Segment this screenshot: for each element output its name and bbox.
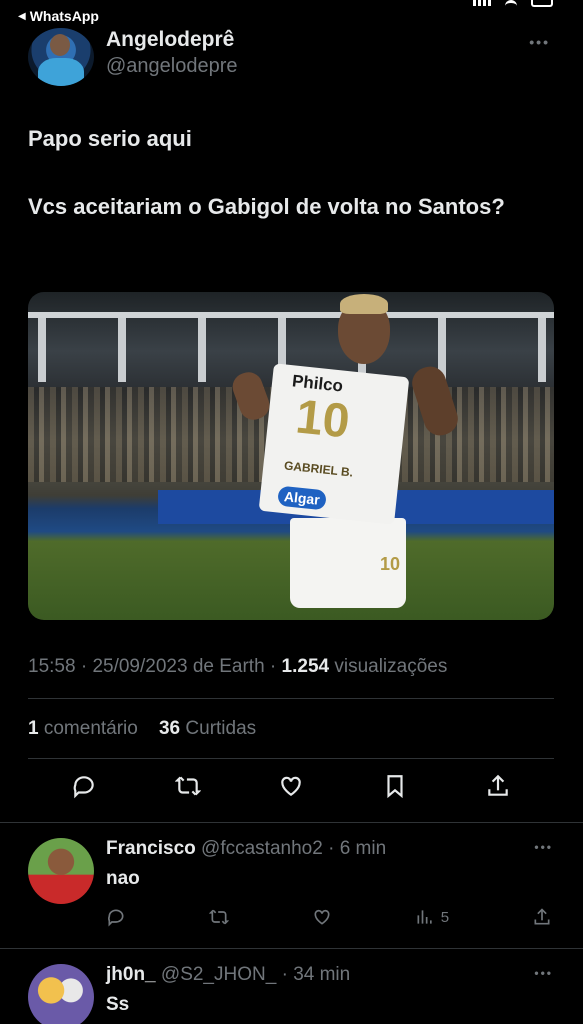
user-handle[interactable]: @angelodepre <box>106 55 238 78</box>
back-app-label: WhatsApp <box>29 8 99 24</box>
tweet-text-line: Papo serio aqui <box>28 126 192 151</box>
reply-author[interactable]: Francisco @fccastanho2 · 6 min <box>106 838 386 860</box>
tweet-stats: 1 comentário 36 Curtidas <box>28 718 256 740</box>
reply-display-name: Francisco <box>106 838 196 859</box>
tweet-time: 15:58 <box>28 656 76 677</box>
shirt-number: 10 <box>293 390 353 449</box>
tweet-meta: 15:58 · 25/09/2023 de Earth · 1.254 visu… <box>28 656 448 677</box>
like-button[interactable] <box>277 772 305 800</box>
avatar[interactable] <box>28 964 94 1024</box>
comments-count: 1 <box>28 718 39 739</box>
views-icon <box>417 910 432 924</box>
reply-icon <box>73 776 94 799</box>
signal-icon <box>473 0 491 6</box>
reply-time: 6 min <box>339 838 387 859</box>
divider <box>28 698 554 699</box>
retweet-icon <box>208 909 229 925</box>
back-to-app-button[interactable]: ◀ WhatsApp <box>18 8 99 24</box>
comments-label: comentário <box>43 718 138 739</box>
status-icons <box>473 0 553 7</box>
more-options-icon[interactable]: ••• <box>534 840 553 854</box>
retweet-button[interactable] <box>208 906 229 928</box>
likes-stat[interactable]: 36 Curtidas <box>159 718 256 739</box>
battery-icon <box>531 0 553 7</box>
reply-handle: @S2_JHON_ <box>160 964 277 985</box>
reply-text: Ss <box>106 994 130 1015</box>
reply-handle: @fccastanho2 <box>201 838 323 859</box>
divider <box>0 822 583 823</box>
avatar[interactable] <box>28 28 94 86</box>
share-button[interactable] <box>484 772 512 800</box>
tweet-source: de Earth <box>192 656 265 677</box>
likes-count: 36 <box>158 718 181 739</box>
like-button[interactable] <box>312 906 332 928</box>
divider <box>28 758 554 759</box>
reply-time: 34 min <box>293 964 351 985</box>
bookmark-icon <box>386 775 403 799</box>
share-button[interactable] <box>532 906 552 928</box>
views-button[interactable]: 5 <box>415 906 449 928</box>
tweet-action-bar <box>28 772 554 812</box>
tweet-text-line: Vcs aceitariam o Gabigol de volta no San… <box>28 194 505 219</box>
reply-action-bar: 5 <box>106 906 552 928</box>
retweet-button[interactable] <box>174 772 202 800</box>
status-bar: ◀ WhatsApp <box>0 0 583 30</box>
likes-label: Curtidas <box>185 718 257 739</box>
shorts-number: 10 <box>380 554 401 574</box>
views-label: visualizações <box>334 656 448 677</box>
tweet-date: 25/09/2023 <box>92 656 188 677</box>
comments-stat[interactable]: 1 comentário <box>28 718 138 739</box>
like-icon <box>281 776 301 796</box>
reply-display-name: jh0n_ <box>106 964 156 985</box>
more-options-icon[interactable]: ••• <box>529 34 550 50</box>
reply-item[interactable]: Francisco @fccastanho2 · 6 min ••• nao 5 <box>0 838 583 948</box>
views-count: 1.254 <box>281 656 330 677</box>
tweet-photo[interactable]: 10 Philco 10 GABRIEL B. Algar <box>28 292 554 620</box>
reply-icon <box>108 909 124 927</box>
wifi-icon <box>505 0 517 6</box>
avatar[interactable] <box>28 838 94 904</box>
tweet-text: Papo serio aqui Vcs aceitariam o Gabigol… <box>28 122 548 258</box>
divider <box>0 948 583 949</box>
retweet-icon <box>174 776 201 796</box>
bookmark-button[interactable] <box>381 772 409 800</box>
reply-item[interactable]: jh0n_ @S2_JHON_ · 34 min ••• Ss <box>0 964 583 1024</box>
more-options-icon[interactable]: ••• <box>534 966 553 980</box>
back-arrow-icon: ◀ <box>18 10 26 22</box>
share-icon <box>488 774 508 796</box>
reply-author[interactable]: jh0n_ @S2_JHON_ · 34 min <box>106 964 350 986</box>
display-name[interactable]: Angelodeprê <box>106 28 234 52</box>
reply-views-count: 5 <box>440 908 450 926</box>
tweet-header: Angelodeprê @angelodepre ••• <box>28 28 558 88</box>
reply-text: nao <box>106 868 140 889</box>
reply-button[interactable] <box>106 906 126 928</box>
reply-button[interactable] <box>70 772 98 800</box>
share-icon <box>534 908 550 925</box>
like-icon <box>314 909 330 925</box>
